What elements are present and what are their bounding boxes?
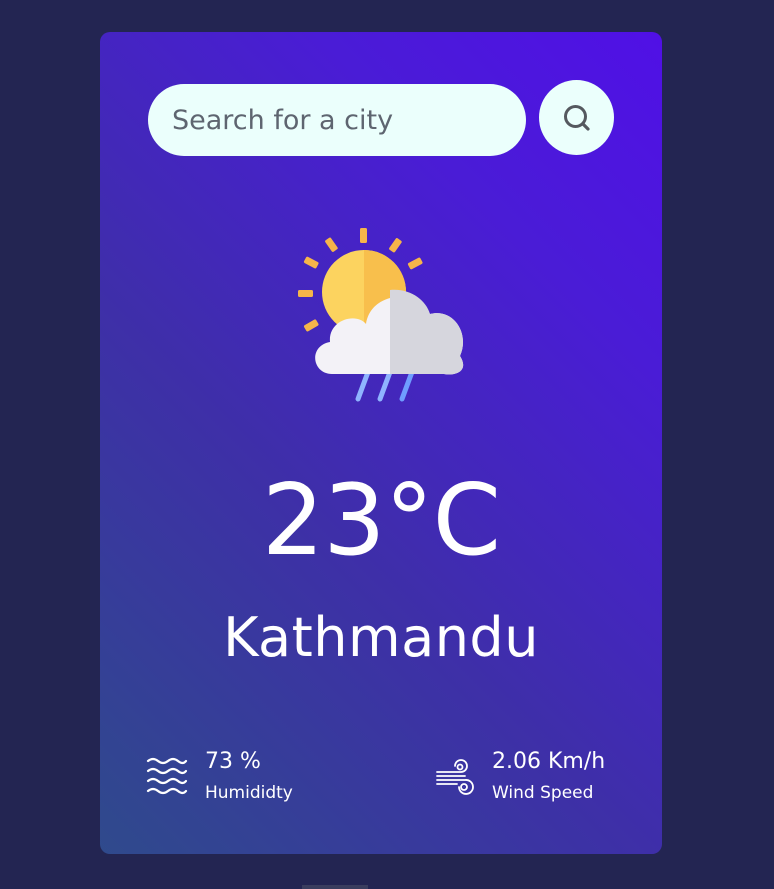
- wind-speed-label: Wind Speed: [492, 783, 594, 803]
- sun-cloud-rain-icon: [298, 228, 464, 402]
- weather-card: 23°C Kathmandu 73 % Humididty 2.06 Km/h …: [100, 32, 662, 854]
- search-icon: [563, 104, 590, 131]
- search-input[interactable]: [148, 84, 526, 156]
- search-button[interactable]: [539, 80, 614, 155]
- city-name: Kathmandu: [223, 606, 539, 669]
- humidity-label: Humididty: [205, 783, 293, 803]
- wind-speed-value: 2.06 Km/h: [492, 749, 606, 774]
- wind-icon: [436, 759, 474, 795]
- bottom-scroll-indicator: [302, 885, 368, 889]
- temperature: 23°C: [261, 464, 501, 578]
- humidity-waves-icon: [146, 757, 188, 795]
- humidity-value: 73 %: [205, 749, 261, 774]
